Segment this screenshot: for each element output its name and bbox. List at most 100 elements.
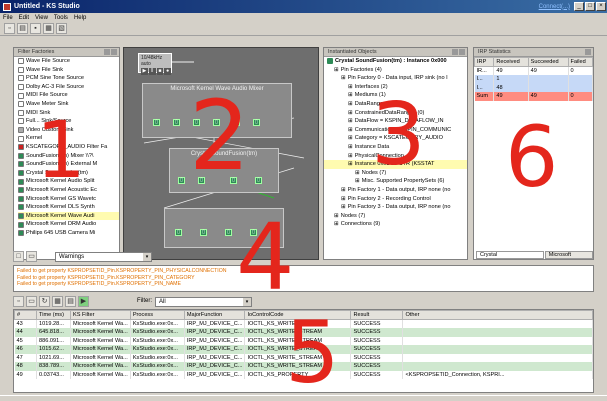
object-tree-item[interactable]: ⊞ Pin Factory 3 - Data output, IRP none (… [324,203,467,212]
panel-close-icon[interactable] [585,49,591,55]
object-tree-item[interactable]: ⊞ Pin Factory 1 - Data output, IRP none (… [324,186,467,195]
save-icon[interactable]: ▪ [30,23,41,34]
object-tree-item[interactable]: ⊞ Nodes (7) [324,212,467,221]
column-header[interactable]: Result [350,310,404,320]
clear-icon[interactable]: ▫ [13,296,24,307]
column-header[interactable]: MajorFunction [183,310,246,320]
menu-file[interactable]: File [3,15,13,21]
panel-close-icon[interactable] [111,49,117,55]
menu-view[interactable]: View [35,15,48,21]
minimize-button[interactable]: _ [574,2,584,11]
expand-icon[interactable]: ⊞ [341,195,346,204]
expand-icon[interactable]: ⊞ [348,117,353,126]
filter-icon[interactable]: ▤ [65,296,76,307]
table-row[interactable]: I... 48 [474,83,593,92]
expand-icon[interactable]: ⊞ [348,126,353,135]
column-header[interactable]: Failed [567,57,593,67]
table-cell: 0.03743... [36,370,71,379]
filter-factory-item[interactable]: Wave File Sink [18,66,119,75]
table-row[interactable]: Sum 49 49 0 [474,92,593,101]
column-header[interactable]: Process [129,310,185,320]
mixer-pin[interactable]: ▯ [173,119,180,126]
secondary-pin[interactable]: ▯ [200,229,207,236]
instance-root[interactable]: Crystal SoundFusion(tm) : Instance 0x000 [324,57,467,66]
column-header[interactable]: Succeeded [527,57,569,67]
panel-close-icon[interactable] [459,49,465,55]
filter-factory-item[interactable]: MIDI File Source [18,91,119,100]
clear-log-icon[interactable]: □ [13,251,24,262]
filter-icon [18,66,24,73]
filter-factory-item[interactable]: Philips 645 USB Camera Mi [18,229,119,238]
mixer-pin[interactable]: ▯ [253,119,260,126]
expand-icon[interactable]: ⊞ [348,100,353,109]
filter-factory-item[interactable]: Microsoft Kernel DLS Synth [18,203,119,212]
maximize-button[interactable]: □ [585,2,595,11]
open-icon[interactable]: ▤ [17,23,28,34]
expand-icon[interactable]: ⊞ [341,74,346,83]
filter-factory-item[interactable]: PCM Sine Tone Source [18,74,119,83]
table-cell: IRP_MJ_DEVICE_C... [184,353,246,362]
object-tree-item[interactable]: ⊞ Connections (9) [324,220,467,229]
column-header[interactable]: Time (ms) [36,310,71,320]
expand-icon[interactable]: ⊞ [348,134,353,143]
table-cell [528,83,569,92]
start-capture-icon[interactable]: ▶ [78,296,89,307]
new-icon[interactable]: ▫ [4,23,15,34]
object-tree-item[interactable]: ⊞ Pin Factory 2 - Recording Control [324,195,467,204]
expand-icon[interactable]: ⊞ [341,203,346,212]
close-button[interactable]: × [596,2,606,11]
fusion-pin[interactable]: ▯ [178,177,185,184]
column-header[interactable]: IRP [474,57,495,67]
secondary-pin[interactable]: ▯ [175,229,182,236]
fusion-pin[interactable]: ▯ [255,177,262,184]
table-cell [402,328,593,337]
tab-microsoft-kernel[interactable]: Microsoft Kern◂▸ [544,251,593,259]
expand-icon[interactable]: ⊞ [334,220,339,229]
menu-edit[interactable]: Edit [19,15,29,21]
table-row[interactable]: I... 1 [474,75,593,84]
filter-factory-item[interactable]: Dolby AC-3 File Source [18,83,119,92]
mixer-pin[interactable]: ▯ [153,119,160,126]
copy-icon[interactable]: ▭ [26,296,37,307]
menu-help[interactable]: Help [74,15,86,21]
print-icon[interactable]: ▦ [43,23,54,34]
expand-icon[interactable]: ⊞ [341,186,346,195]
column-header[interactable]: KS Filter [70,310,131,320]
filter-icon [18,101,24,108]
copy-log-icon[interactable]: ▭ [26,251,37,262]
log-level-select[interactable]: Warnings ▾ [55,252,152,262]
expand-icon[interactable]: ⊞ [334,66,339,75]
title-bar: Untitled - KS Studio Connect(...) _ □ × [0,0,607,13]
secondary-pin[interactable]: ▯ [225,229,232,236]
column-header[interactable]: Received [493,57,529,67]
filter-factory-item[interactable]: Microsoft Kernel DRM Audio [18,220,119,229]
expand-icon[interactable]: ⊞ [348,83,353,92]
table-cell [402,319,593,328]
column-header[interactable]: # [14,310,37,320]
filter-factory-item[interactable]: Microsoft Kernel Wave Audi [18,211,119,221]
expand-icon[interactable]: ⊞ [355,169,360,178]
object-tree-item[interactable]: ⊞ Pin Factory 0 - Data input, IRP sink (n… [324,74,467,83]
connect-link[interactable]: Connect(...) [539,4,570,10]
panel-pin-icon[interactable] [452,49,458,55]
tab-crystal-soundfusion[interactable]: Crystal SoundFusion(tm) [476,251,544,259]
graph-icon[interactable]: ▧ [56,23,67,34]
refresh-icon[interactable]: ↻ [39,296,50,307]
column-header[interactable]: Other [402,310,593,320]
expand-icon[interactable]: ⊞ [348,91,353,100]
expand-icon[interactable]: ⊞ [334,212,339,221]
object-tree-item[interactable]: ⊞ Pin Factories (4) [324,66,467,75]
table-icon[interactable]: ▦ [52,296,63,307]
table-row[interactable]: IR... 49 49 0 [474,66,593,75]
expand-icon[interactable]: ⊞ [348,160,353,169]
panel-pin-icon[interactable] [104,49,110,55]
table-cell: KsStudio.exe:0x... [130,319,185,328]
filter-factory-item[interactable]: Wave File Source [18,57,119,66]
expand-icon[interactable]: ⊞ [355,177,360,186]
expand-icon[interactable]: ⊞ [348,152,353,161]
expand-icon[interactable]: ⊞ [348,109,353,118]
table-cell: SUCCESS [350,345,404,354]
filter-icon [18,144,24,151]
expand-icon[interactable]: ⊞ [348,143,353,152]
menu-tools[interactable]: Tools [54,15,68,21]
